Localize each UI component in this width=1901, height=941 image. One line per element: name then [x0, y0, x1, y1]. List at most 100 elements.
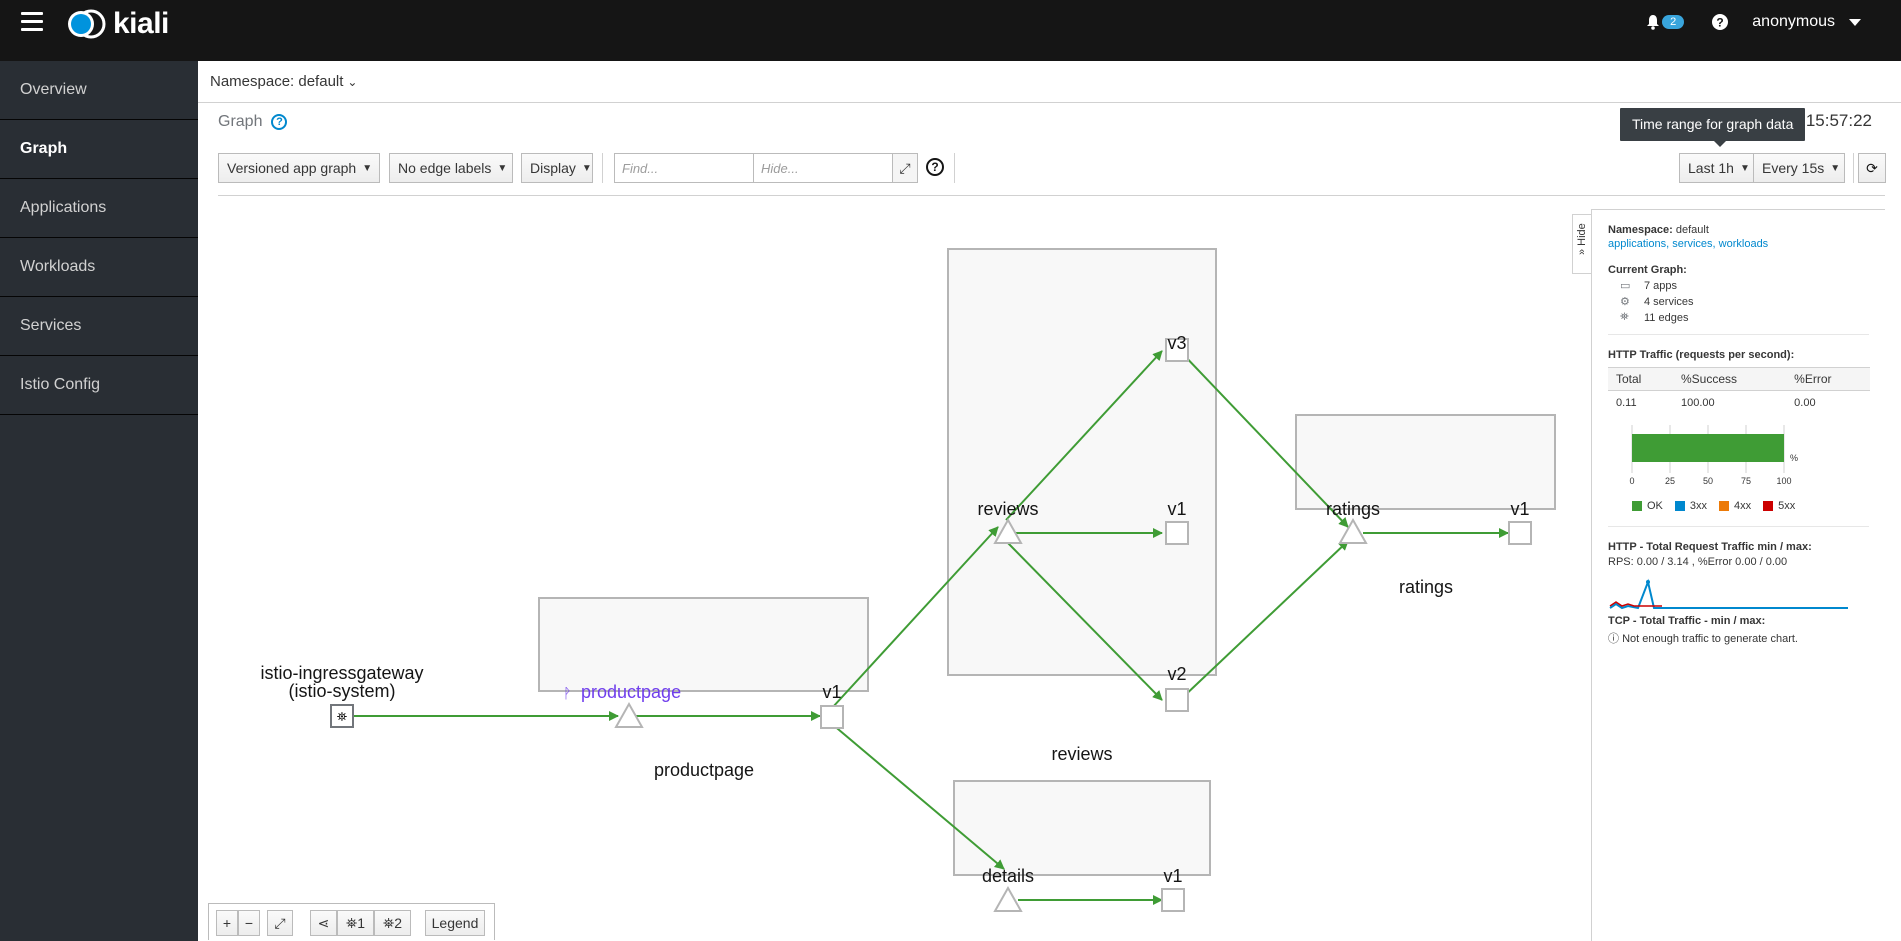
- branch-icon: ᚹ: [563, 686, 571, 702]
- page-title: Graph ?: [218, 113, 288, 131]
- duration-label: Last 1h: [1688, 160, 1734, 176]
- legend-5xx-label: 5xx: [1778, 500, 1796, 512]
- layout-1-button[interactable]: ⛯ 1: [337, 910, 374, 936]
- time-range-tooltip: Time range for graph data: [1620, 108, 1806, 147]
- gateway-icon: ⛯: [337, 710, 347, 725]
- http-total-value: RPS: 0.00 / 3.14 , %Error 0.00 / 0.00: [1608, 556, 1788, 568]
- legend-3xx-swatch: [1674, 501, 1685, 511]
- question-circle-icon[interactable]: ?: [271, 114, 288, 130]
- masthead: kiali 2 ? anonymous: [0, 0, 1901, 61]
- gateway-label-line1: istio-ingressgateway: [260, 663, 423, 683]
- layout-1-label: 1: [357, 915, 365, 931]
- summary-side-panel: Namespace: default applications, service…: [1591, 209, 1885, 941]
- bar-tick-25: 25: [1665, 476, 1675, 486]
- sidebar-item-graph[interactable]: Graph: [0, 120, 198, 179]
- kiali-logo-icon: [68, 9, 106, 39]
- reviews-v1-node[interactable]: [1165, 521, 1189, 545]
- expand-find-button[interactable]: ⤢: [892, 153, 918, 183]
- notification-badge: 2: [1662, 15, 1685, 29]
- table-cell-success: 100.00: [1680, 397, 1715, 409]
- find-help-icon[interactable]: ?: [926, 158, 944, 176]
- http-traffic-label: HTTP Traffic (requests per second):: [1608, 349, 1795, 361]
- current-graph-label: Current Graph:: [1608, 264, 1687, 276]
- namespace-selector-label: Namespace: default: [210, 73, 344, 90]
- bar-tick-50: 50: [1703, 476, 1713, 486]
- sidebar-item-applications[interactable]: Applications: [0, 179, 198, 238]
- layout-2-button[interactable]: ⛯ 2: [374, 910, 411, 936]
- namespace-selector[interactable]: Namespace: default ⌄: [198, 61, 1901, 103]
- sidebar: Overview Graph Applications Workloads Se…: [0, 61, 198, 941]
- graph-svg: ⛯ istio-ingressgateway (istio-system) ᚹ …: [260, 248, 1556, 912]
- productpage-v1-label: v1: [822, 682, 841, 702]
- reviews-group[interactable]: [947, 248, 1217, 676]
- layout-2-icon: ⛯: [383, 914, 395, 931]
- namespace-links[interactable]: applications, services, workloads: [1608, 238, 1869, 250]
- sidebar-item-overview[interactable]: Overview: [0, 61, 198, 120]
- http-sparkline: [1609, 578, 1848, 610]
- find-input[interactable]: Find...: [614, 153, 754, 183]
- sidebar-item-workloads[interactable]: Workloads: [0, 238, 198, 297]
- gateway-node[interactable]: ⛯: [330, 704, 354, 728]
- sidebar-item-services[interactable]: Services: [0, 297, 198, 356]
- kiali-logo[interactable]: kiali: [67, 7, 169, 40]
- table-header-error: %Error: [1786, 367, 1870, 391]
- edges-icon: ⛯: [1620, 311, 1629, 323]
- sidebar-item-istio-config[interactable]: Istio Config: [0, 356, 198, 415]
- graph-type-dropdown[interactable]: Versioned app graph ▼: [218, 153, 380, 183]
- display-dropdown[interactable]: Display ▼: [521, 153, 593, 183]
- main-content: Namespace: default ⌄ Graph ? 15:57:22 Ti…: [198, 61, 1901, 941]
- user-menu-caret-icon[interactable]: [1849, 18, 1861, 26]
- reviews-v3-label: v3: [1167, 333, 1186, 353]
- bar-tick-100: 100: [1776, 476, 1791, 486]
- ratings-v1-label: v1: [1510, 499, 1529, 519]
- graph-type-label: Versioned app graph: [227, 160, 357, 176]
- table-cell-total: 0.11: [1616, 397, 1637, 409]
- last-updated-time: 15:57:22: [1805, 111, 1872, 130]
- ratings-group[interactable]: [1295, 414, 1556, 510]
- edges-count-row: ⛯ 11 edges: [1608, 311, 1869, 324]
- chevron-down-icon: ▼: [581, 162, 592, 174]
- productpage-service-label: productpage: [581, 682, 681, 702]
- legend-ok-swatch: [1632, 501, 1642, 511]
- legend-button[interactable]: Legend: [425, 910, 485, 936]
- layout-1-icon: ⛯: [346, 914, 358, 931]
- reviews-v1-label: v1: [1167, 499, 1186, 519]
- table-cell-error: 0.00: [1794, 397, 1816, 409]
- reviews-v2-node[interactable]: [1165, 688, 1189, 712]
- layout-default-button[interactable]: ⋖: [310, 910, 337, 936]
- graph-canvas[interactable]: ⛯ istio-ingressgateway (istio-system) ᚹ …: [198, 196, 1568, 941]
- details-group[interactable]: [953, 780, 1211, 876]
- details-v1-label: v1: [1163, 866, 1182, 886]
- details-v1-node[interactable]: [1161, 888, 1185, 912]
- legend-ok-label: OK: [1647, 500, 1663, 512]
- tcp-total-value: Not enough traffic to generate chart.: [1622, 633, 1798, 645]
- layout-icon: ⋖: [317, 914, 330, 931]
- productpage-group[interactable]: [538, 597, 869, 692]
- details-service-node[interactable]: [993, 885, 1023, 912]
- productpage-box-label: productpage: [654, 760, 754, 780]
- side-panel-hide-tab[interactable]: » Hide: [1572, 214, 1592, 274]
- productpage-v1-node[interactable]: [820, 705, 844, 729]
- user-menu[interactable]: anonymous: [1752, 13, 1835, 31]
- help-icon[interactable]: ?: [1712, 14, 1729, 30]
- zoom-in-button[interactable]: +: [216, 910, 238, 936]
- ratings-v1-node[interactable]: [1508, 521, 1532, 545]
- http-traffic-table: Total %Success %Error 0.11 100.00 0.00: [1608, 367, 1870, 415]
- toolbar-divider: [602, 153, 603, 183]
- zoom-fit-button[interactable]: ⤢: [267, 910, 293, 936]
- duration-dropdown[interactable]: Last 1h ▼: [1679, 153, 1754, 183]
- edge-labels-dropdown[interactable]: No edge labels ▼: [389, 153, 513, 183]
- refresh-button[interactable]: ⟳: [1858, 153, 1886, 183]
- zoom-out-button[interactable]: −: [238, 910, 260, 936]
- details-service-label: details: [982, 866, 1034, 886]
- hamburger-menu-icon[interactable]: [21, 12, 43, 32]
- namespace-summary: Namespace: default: [1608, 224, 1869, 236]
- refresh-interval-dropdown[interactable]: Every 15s ▼: [1753, 153, 1845, 183]
- bar-unit: %: [1790, 453, 1798, 463]
- svg-text:?: ?: [1717, 16, 1724, 30]
- tcp-total-message: ⓘ Not enough traffic to generate chart.: [1608, 630, 1869, 646]
- reviews-box-label: reviews: [1051, 744, 1112, 764]
- hide-input[interactable]: Hide...: [753, 153, 893, 183]
- notifications-button[interactable]: 2: [1646, 14, 1685, 30]
- legend-5xx-swatch: [1763, 501, 1774, 511]
